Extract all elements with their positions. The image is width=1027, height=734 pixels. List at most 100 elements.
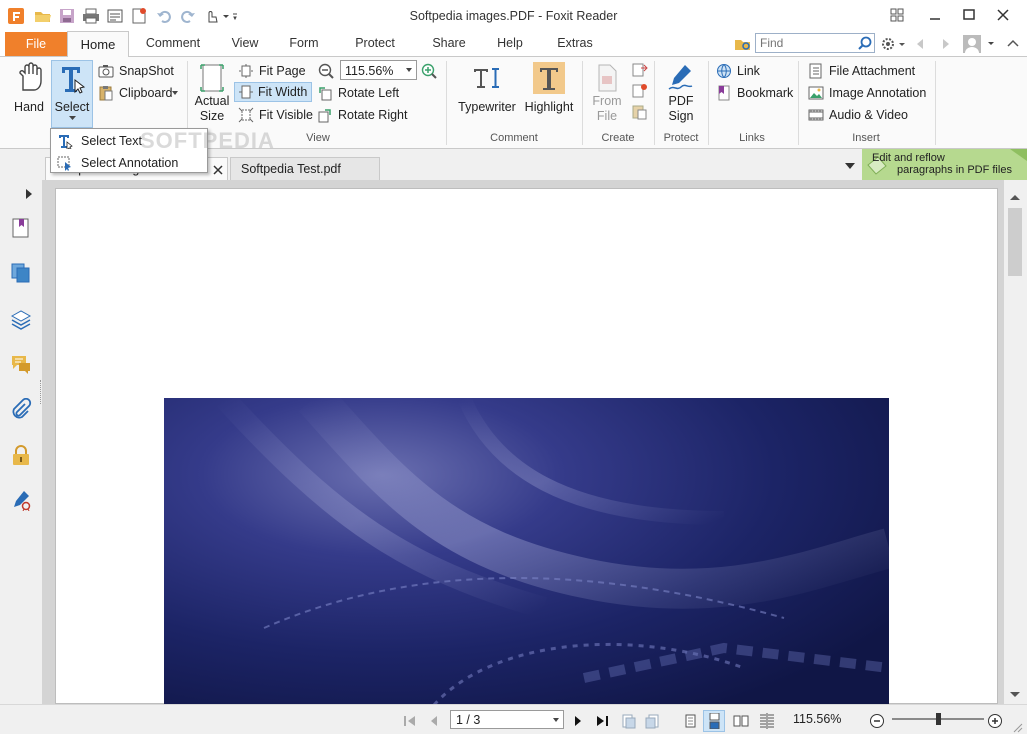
security-lock-icon[interactable] [10, 444, 32, 466]
scrollbar-thumb[interactable] [1008, 208, 1022, 276]
actual-size-button[interactable]: Actual Size [192, 60, 232, 130]
status-zoom-out-icon[interactable] [869, 713, 885, 729]
continuous-facing-view-icon[interactable] [759, 713, 775, 729]
pdf-sign-label-2: Sign [668, 109, 694, 123]
hand-tool-button[interactable]: Hand [8, 60, 50, 127]
facing-view-icon[interactable] [733, 713, 749, 729]
scroll-up-arrow-icon[interactable] [1010, 194, 1020, 200]
promo-banner[interactable]: Edit and reflow paragraphs in PDF files [862, 149, 1027, 180]
fit-page-icon [238, 63, 254, 79]
collapse-ribbon-icon[interactable] [1004, 35, 1022, 53]
window-resize-grip-icon[interactable] [1011, 721, 1023, 733]
single-page-view-icon[interactable] [682, 713, 698, 729]
previous-view-icon[interactable] [620, 713, 636, 729]
highlight-button[interactable]: Highlight [521, 60, 577, 116]
select-tool-button[interactable]: Select [51, 60, 93, 128]
from-file-label-2: File [596, 109, 618, 123]
select-label: Select [54, 100, 90, 114]
maximize-button[interactable] [958, 5, 980, 25]
next-page-icon[interactable] [570, 713, 586, 729]
rotate-left-button[interactable]: Rotate Left [317, 85, 417, 103]
tab-file[interactable]: File [5, 32, 67, 56]
continuous-view-button[interactable] [703, 710, 725, 732]
tab-protect[interactable]: Protect [352, 36, 398, 56]
fit-page-button[interactable]: Fit Page [238, 63, 312, 81]
typewriter-button[interactable]: Typewriter [455, 60, 519, 116]
create-blank-icon[interactable] [631, 83, 649, 99]
create-from-scanner-icon[interactable] [631, 62, 649, 78]
close-button[interactable] [992, 5, 1014, 25]
vertical-scrollbar[interactable] [1005, 180, 1025, 704]
view-group-label: View [306, 132, 330, 144]
ribbon-layout-icon[interactable] [886, 5, 908, 25]
select-annotation-menu-item[interactable]: Select Annotation [52, 152, 206, 173]
tab-view[interactable]: View [226, 36, 264, 56]
comments-panel-icon[interactable] [10, 353, 32, 375]
snapshot-button[interactable]: SnapShot [98, 63, 178, 80]
bookmark-button[interactable]: Bookmark [716, 85, 796, 103]
find-input[interactable] [756, 34, 852, 52]
fit-page-label: Fit Page [259, 64, 306, 78]
file-attachment-button[interactable]: File Attachment [808, 63, 920, 81]
tab-comment[interactable]: Comment [145, 36, 201, 56]
status-zoom-in-icon[interactable] [987, 713, 1003, 729]
tab-help[interactable]: Help [494, 36, 526, 56]
promo-corner-icon [1010, 149, 1027, 161]
document-tab[interactable]: Softpedia Test.pdf [230, 157, 380, 181]
zoom-select[interactable]: 115.56% [340, 60, 417, 80]
scroll-down-arrow-icon[interactable] [1010, 692, 1020, 698]
snapshot-label: SnapShot [119, 64, 174, 78]
clipboard-icon [98, 85, 114, 101]
audio-video-label: Audio & Video [829, 108, 908, 122]
zoom-in-icon[interactable] [420, 62, 438, 80]
pdf-sign-button[interactable]: PDF Sign [660, 60, 702, 130]
status-bar: 1 / 3 115.56% [0, 704, 1027, 734]
zoom-out-icon[interactable] [317, 62, 335, 80]
select-dropdown-arrow-icon [69, 116, 77, 122]
previous-arrow-icon[interactable] [912, 35, 928, 53]
audio-video-button[interactable]: Audio & Video [808, 107, 912, 125]
next-arrow-icon[interactable] [938, 35, 954, 53]
search-folder-icon[interactable] [734, 35, 752, 53]
search-icon[interactable] [857, 35, 873, 51]
rotate-right-button[interactable]: Rotate Right [317, 107, 417, 125]
first-page-icon[interactable] [402, 713, 418, 729]
previous-page-icon[interactable] [426, 713, 442, 729]
user-account-icon[interactable] [962, 34, 998, 54]
tab-home[interactable]: Home [67, 31, 129, 57]
film-icon [808, 107, 824, 123]
zoom-value: 115.56% [345, 64, 394, 78]
settings-gear-icon[interactable] [880, 35, 908, 53]
tab-extras[interactable]: Extras [554, 36, 596, 56]
clipboard-label: Clipboard [119, 86, 173, 100]
link-button[interactable]: Link [716, 63, 776, 81]
select-text-label: Select Text [81, 134, 142, 148]
next-view-icon[interactable] [645, 713, 661, 729]
last-page-icon[interactable] [594, 713, 610, 729]
pages-panel-icon[interactable] [10, 262, 32, 284]
minimize-button[interactable] [924, 5, 946, 25]
signatures-panel-icon[interactable] [10, 489, 32, 511]
page-number-select[interactable]: 1 / 3 [450, 710, 564, 729]
links-group-label: Links [739, 132, 765, 144]
layers-panel-icon[interactable] [10, 308, 32, 330]
select-text-menu-item[interactable]: Select Text [52, 130, 206, 151]
fit-width-button[interactable]: Fit Width [234, 82, 312, 102]
tab-share[interactable]: Share [428, 36, 470, 56]
tab-list-dropdown-icon[interactable] [844, 162, 856, 170]
fit-visible-icon [238, 107, 254, 123]
close-tab-icon[interactable] [213, 165, 223, 175]
zoom-slider-handle[interactable] [936, 713, 941, 725]
bookmarks-panel-icon[interactable] [10, 217, 32, 239]
tab-form[interactable]: Form [285, 36, 323, 56]
from-file-button[interactable]: From File [588, 60, 626, 130]
status-zoom-value: 115.56% [793, 712, 842, 726]
image-annotation-button[interactable]: Image Annotation [808, 85, 930, 103]
pdf-page[interactable] [55, 188, 998, 705]
create-from-clipboard-icon[interactable] [631, 104, 649, 120]
attachments-panel-icon[interactable] [10, 398, 32, 420]
expand-panel-icon[interactable] [24, 188, 34, 200]
actual-size-icon [198, 62, 226, 94]
clipboard-button[interactable]: Clipboard [98, 85, 182, 102]
fit-visible-button[interactable]: Fit Visible [238, 107, 313, 125]
